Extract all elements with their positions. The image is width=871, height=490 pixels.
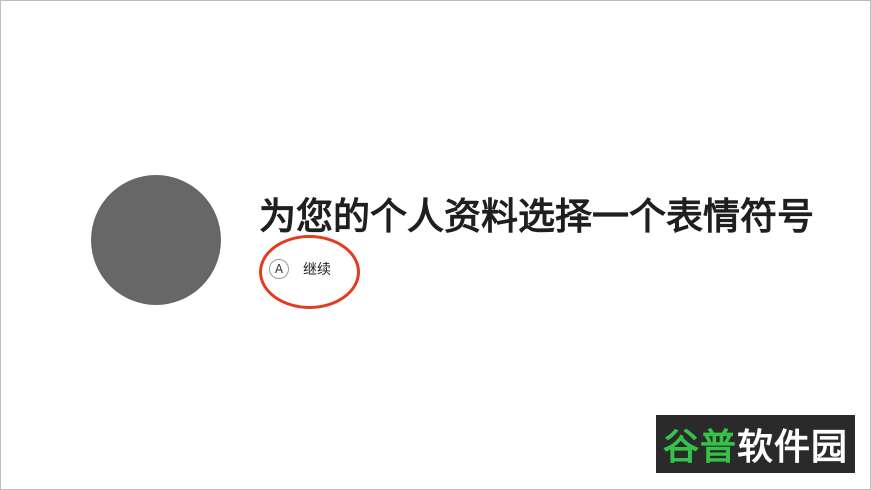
watermark-brand-part1: 谷普 [662,427,737,468]
watermark-logo: 谷普 软件园 [656,415,855,473]
watermark-brand-part2: 软件园 [737,427,849,468]
window-frame: 为您的个人资料选择一个表情符号 A 继续 谷普 软件园 [0,0,871,490]
page-title: 为您的个人资料选择一个表情符号 [259,195,814,238]
annotation-circle [259,235,360,309]
avatar-placeholder[interactable] [91,175,221,305]
